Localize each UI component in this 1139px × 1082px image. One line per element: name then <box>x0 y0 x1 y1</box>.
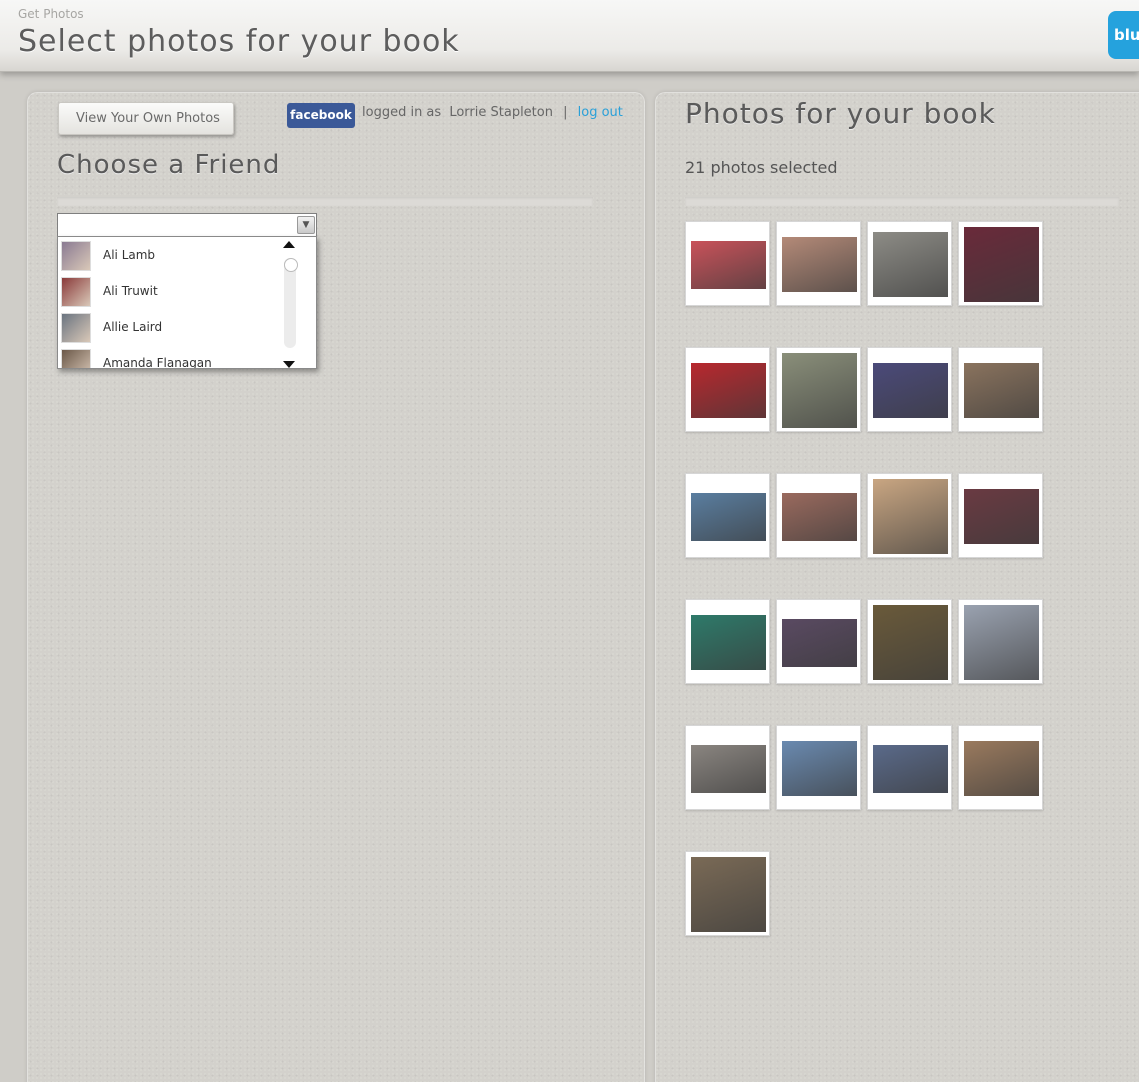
photo-thumbnail[interactable] <box>685 221 770 306</box>
separator: | <box>563 105 568 120</box>
photo-image <box>691 493 766 541</box>
photo-image <box>873 232 948 297</box>
friend-list-item[interactable]: Ali Lamb <box>58 237 288 273</box>
avatar <box>61 313 91 343</box>
photo-thumbnail[interactable] <box>776 221 861 306</box>
photo-count: 21 photos selected <box>685 158 838 177</box>
photo-image <box>782 619 857 667</box>
photos-for-book-heading: Photos for your book <box>685 97 996 130</box>
photo-image <box>691 857 766 932</box>
avatar <box>61 241 91 271</box>
friend-name: Ali Lamb <box>103 248 156 262</box>
photo-image <box>873 605 948 680</box>
view-own-photos-button[interactable]: View Your Own Photos <box>58 102 234 135</box>
photo-image <box>691 363 766 418</box>
header-bar: Get Photos Select photos for your book b… <box>0 0 1139 72</box>
photo-image <box>964 227 1039 302</box>
breadcrumb[interactable]: Get Photos <box>18 7 84 21</box>
scrollbar-thumb[interactable] <box>284 258 298 272</box>
photo-thumbnail[interactable] <box>958 473 1043 558</box>
photo-image <box>964 489 1039 544</box>
logout-link[interactable]: log out <box>578 105 623 120</box>
friend-name: Amanda Flanagan <box>103 356 212 369</box>
photo-thumbnail[interactable] <box>776 473 861 558</box>
photo-thumbnail[interactable] <box>685 473 770 558</box>
choose-friend-heading: Choose a Friend <box>57 150 281 180</box>
photo-thumbnail[interactable] <box>685 851 770 936</box>
right-divider <box>685 197 1119 206</box>
photo-thumbnail[interactable] <box>776 599 861 684</box>
photo-image <box>782 493 857 541</box>
brand-logo[interactable]: blu <box>1108 11 1139 59</box>
photo-thumbnail[interactable] <box>776 347 861 432</box>
friend-list-item[interactable]: Ali Truwit <box>58 273 288 309</box>
photo-image <box>964 605 1039 680</box>
left-divider <box>57 197 593 206</box>
photo-thumbnail[interactable] <box>867 599 952 684</box>
photo-image <box>691 241 766 289</box>
photo-thumbnail[interactable] <box>958 221 1043 306</box>
friend-name: Ali Truwit <box>103 284 158 298</box>
friend-name: Allie Laird <box>103 320 163 334</box>
photo-image <box>691 745 766 793</box>
photo-thumbnail[interactable] <box>867 347 952 432</box>
photo-image <box>691 615 766 670</box>
photo-thumbnail[interactable] <box>867 221 952 306</box>
photo-image <box>964 741 1039 796</box>
logged-in-label: logged in as <box>362 105 442 120</box>
avatar <box>61 277 91 307</box>
photo-thumbnail[interactable] <box>685 725 770 810</box>
photo-image <box>782 353 857 428</box>
friend-list-item[interactable]: Allie Laird <box>58 309 288 345</box>
friend-select[interactable]: ▼ <box>57 213 317 237</box>
scroll-down-icon[interactable] <box>283 361 295 368</box>
user-name: Lorrie Stapleton <box>449 105 553 120</box>
scroll-up-icon[interactable] <box>283 241 295 248</box>
photo-image <box>873 479 948 554</box>
friend-list-item[interactable]: Amanda Flanagan <box>58 345 288 369</box>
photo-thumbnail[interactable] <box>867 725 952 810</box>
photo-thumbnail[interactable] <box>776 725 861 810</box>
photo-thumbnail[interactable] <box>958 599 1043 684</box>
login-status: logged in as Lorrie Stapleton | log out <box>362 105 623 120</box>
chevron-down-icon[interactable]: ▼ <box>297 216 315 234</box>
avatar <box>61 349 91 368</box>
friend-list[interactable]: Ali Lamb Ali Truwit Allie Laird Amanda F… <box>57 236 317 369</box>
photo-thumbnail[interactable] <box>958 347 1043 432</box>
photo-image <box>782 237 857 292</box>
page-title: Select photos for your book <box>18 24 460 59</box>
photo-thumbnail[interactable] <box>958 725 1043 810</box>
photo-thumbnail[interactable] <box>685 599 770 684</box>
photo-image <box>964 363 1039 418</box>
photo-image <box>782 741 857 796</box>
facebook-logo: facebook <box>287 103 355 128</box>
photo-image <box>873 745 948 793</box>
photo-image <box>873 363 948 418</box>
photo-thumbnail[interactable] <box>685 347 770 432</box>
photo-thumbnail[interactable] <box>867 473 952 558</box>
